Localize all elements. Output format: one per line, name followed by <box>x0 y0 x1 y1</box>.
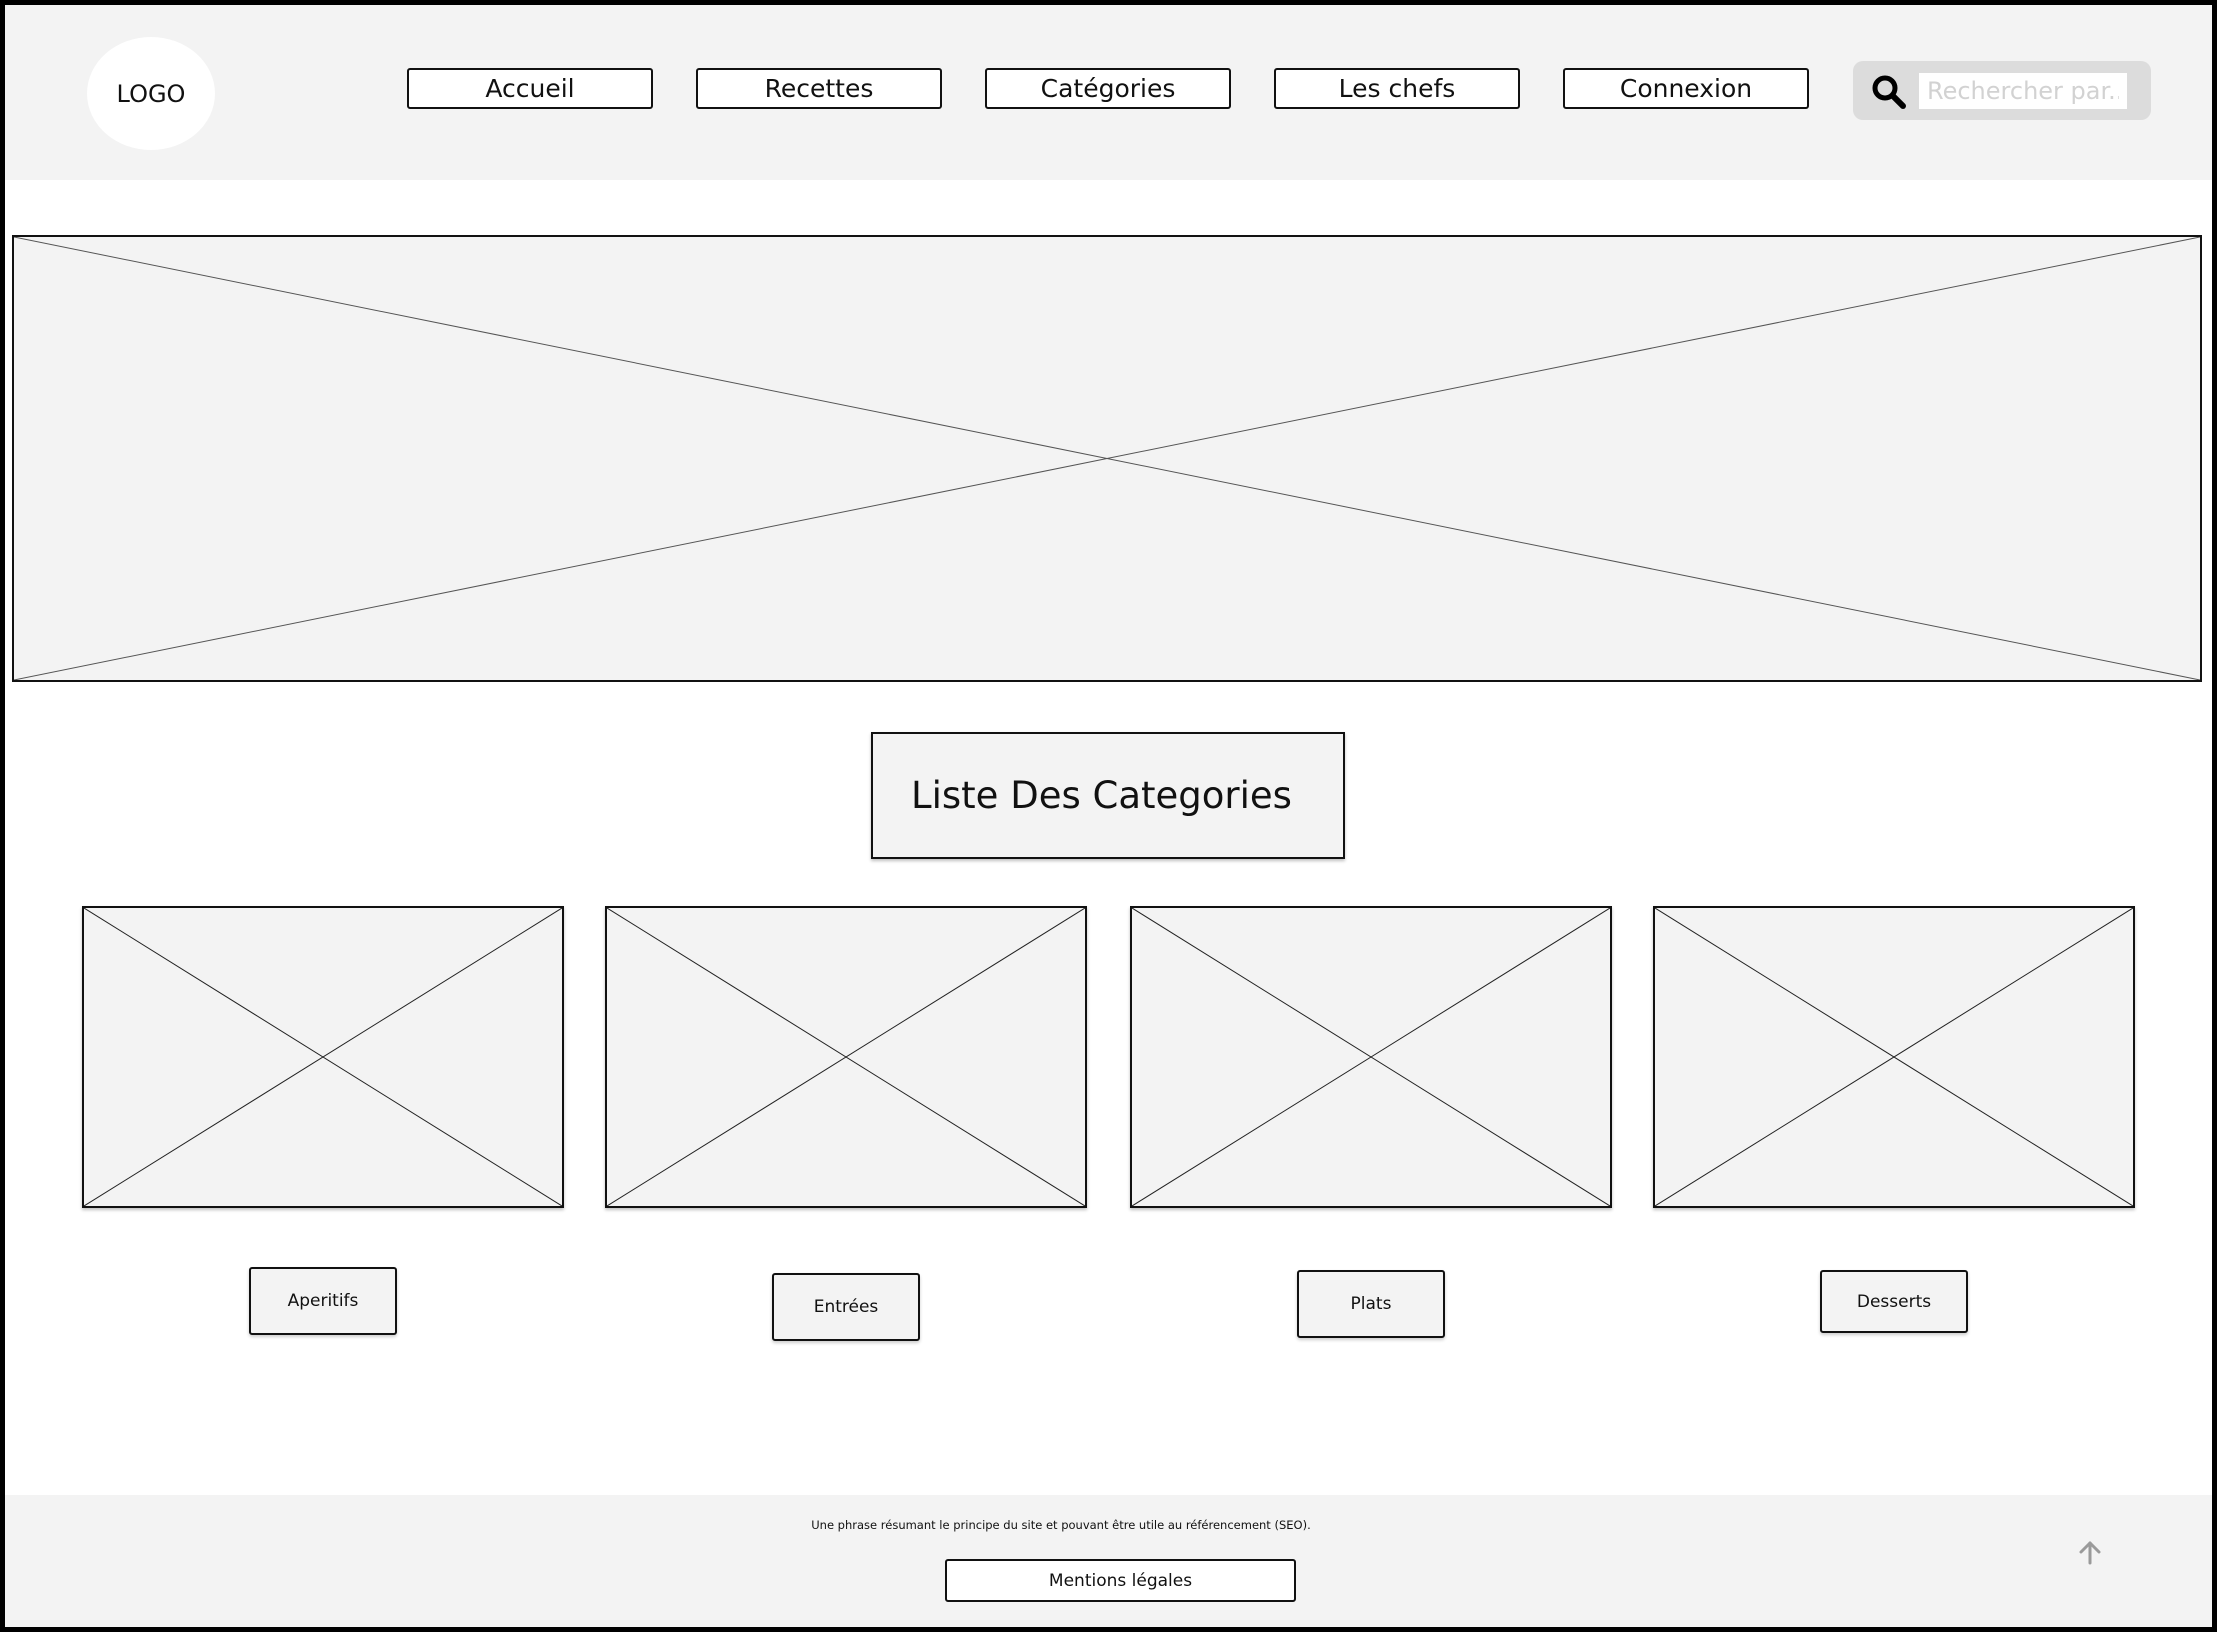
image-placeholder-cross <box>1132 908 1610 1206</box>
nav-recettes-button[interactable]: Recettes <box>696 68 942 109</box>
category-image-placeholder[interactable] <box>1130 906 1612 1208</box>
category-entrees-button[interactable]: Entrées <box>772 1273 920 1341</box>
nav-connexion-button[interactable]: Connexion <box>1563 68 1809 109</box>
search-icon[interactable] <box>1871 74 1907 110</box>
nav-accueil-button[interactable]: Accueil <box>407 68 653 109</box>
search-input[interactable] <box>1919 73 2127 109</box>
header: LOGO Accueil Recettes Catégories Les che… <box>5 5 2212 180</box>
image-placeholder-cross <box>1655 908 2133 1206</box>
logo[interactable]: LOGO <box>87 37 215 150</box>
nav-les-chefs-button[interactable]: Les chefs <box>1274 68 1520 109</box>
footer: Une phrase résumant le principe du site … <box>5 1495 2212 1627</box>
nav-categories-button[interactable]: Catégories <box>985 68 1231 109</box>
category-desserts-button[interactable]: Desserts <box>1820 1270 1968 1333</box>
search-bar <box>1853 61 2151 120</box>
hero-image-placeholder <box>12 235 2202 682</box>
category-image-placeholder[interactable] <box>82 906 564 1208</box>
category-image-placeholder[interactable] <box>605 906 1087 1208</box>
category-aperitifs-button[interactable]: Aperitifs <box>249 1267 397 1335</box>
category-plats-button[interactable]: Plats <box>1297 1270 1445 1338</box>
legal-notice-button[interactable]: Mentions légales <box>945 1559 1296 1602</box>
section-title: Liste Des Categories <box>871 732 1345 859</box>
image-placeholder-cross <box>607 908 1085 1206</box>
arrow-up-icon[interactable] <box>2076 1539 2104 1567</box>
category-image-placeholder[interactable] <box>1653 906 2135 1208</box>
image-placeholder-cross <box>14 237 2200 680</box>
page: LOGO Accueil Recettes Catégories Les che… <box>5 5 2212 1627</box>
image-placeholder-cross <box>84 908 562 1206</box>
footer-seo-text: Une phrase résumant le principe du site … <box>811 1518 1311 1532</box>
